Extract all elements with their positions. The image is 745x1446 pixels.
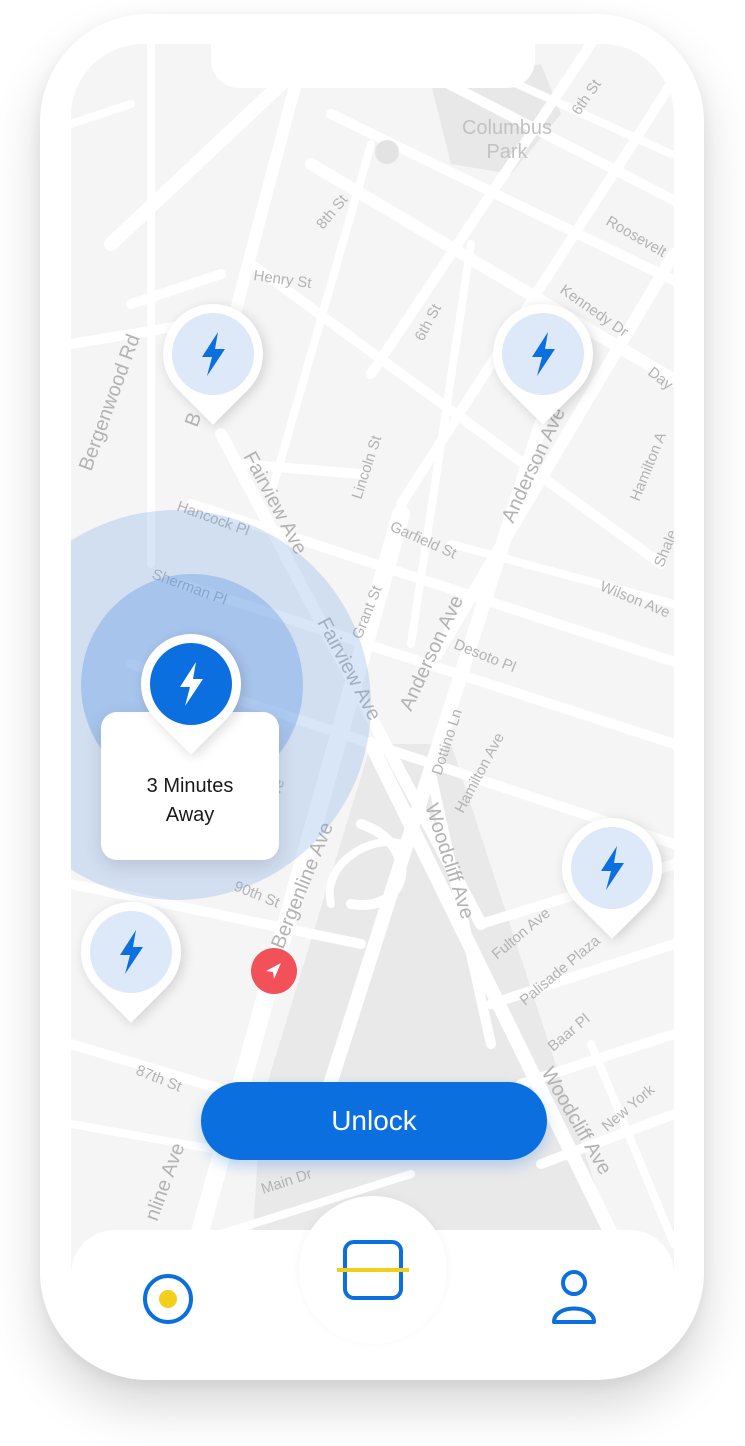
street-label: Bergenwood Rd [75, 331, 145, 473]
station-pin[interactable] [541, 797, 674, 939]
unlock-button[interactable]: Unlock [201, 1082, 547, 1160]
eta-line2: Away [165, 804, 215, 826]
location-arrow-icon[interactable] [251, 948, 297, 994]
bolt-icon [532, 332, 555, 376]
notch [211, 44, 535, 88]
bolt-icon [180, 662, 203, 706]
station-pin[interactable] [142, 283, 284, 425]
bolt-icon [601, 846, 624, 890]
home-dot-icon[interactable] [143, 1274, 193, 1324]
street-label: Lincoln St [349, 433, 386, 502]
bolt-icon [202, 332, 225, 376]
scan-button[interactable] [299, 1196, 447, 1344]
station-pin[interactable] [472, 283, 614, 425]
station-pin[interactable] [71, 881, 202, 1023]
user-icon[interactable] [549, 1268, 599, 1326]
street-label: Baar Pl [545, 1010, 594, 1055]
street-label: Anderson Ave [498, 404, 570, 526]
street-label: Shale [651, 528, 674, 570]
street-label: nline Ave [141, 1140, 189, 1223]
bolt-icon [120, 930, 143, 974]
app-screen: Columbus Park 6th St 8th St Henry St 6th… [71, 44, 674, 1348]
park-label-line1: Columbus [462, 117, 552, 139]
park-label-line2: Park [486, 141, 528, 163]
station-pin-selected[interactable] [120, 613, 262, 755]
street-label: Hamilton A [627, 430, 670, 504]
scan-icon [337, 1240, 409, 1300]
eta-line1: 3 Minutes [146, 775, 234, 797]
